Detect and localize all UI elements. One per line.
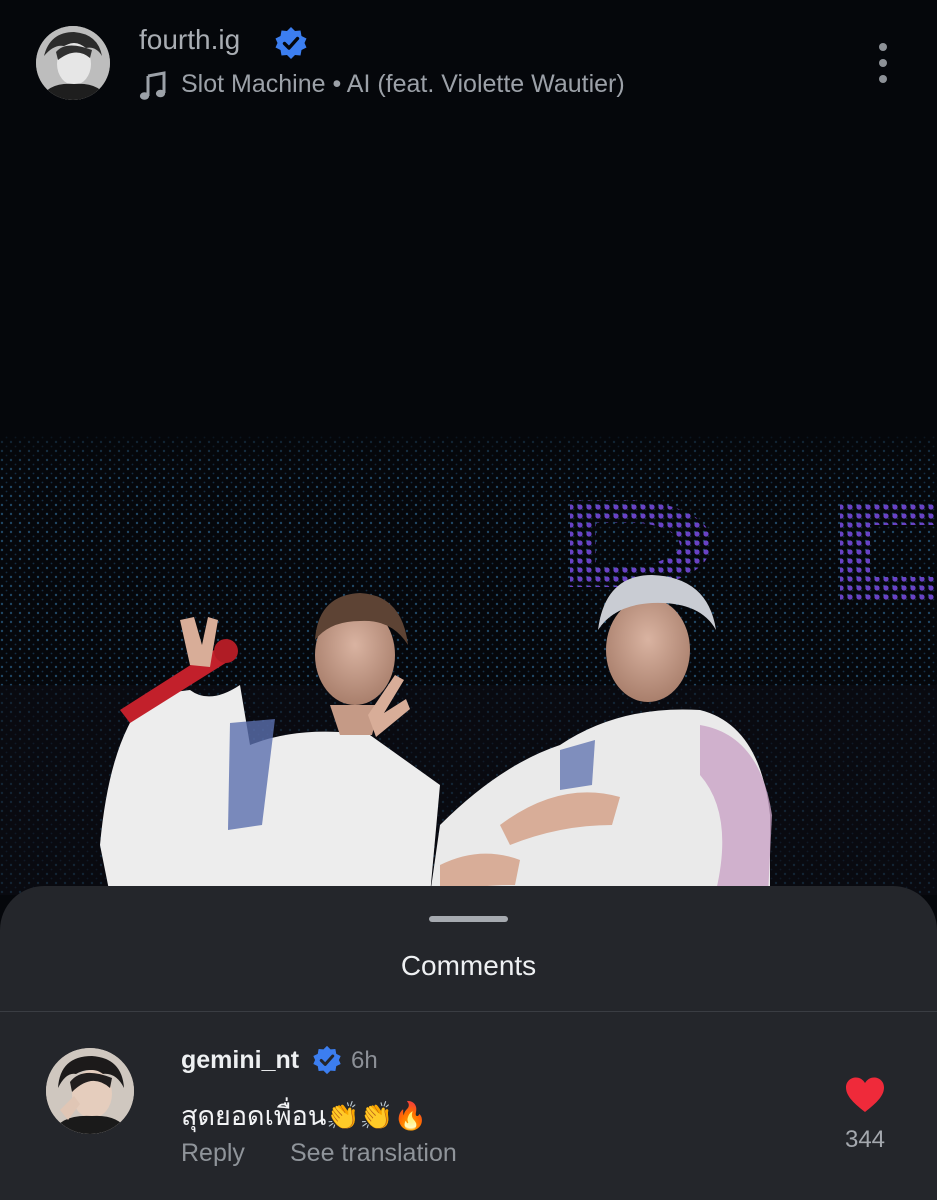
commenter-avatar[interactable] [46,1048,134,1134]
verified-badge-icon [313,1045,341,1075]
author-avatar[interactable] [36,26,110,100]
song-label[interactable]: Slot Machine • AI (feat. Violette Wautie… [181,70,625,99]
divider [0,1011,937,1012]
heart-icon[interactable] [844,1076,886,1114]
comment-text: สุดยอดเพื่อน👏👏🔥 [181,1101,428,1131]
author-username[interactable]: fourth.ig [139,24,240,56]
music-note-icon [139,71,166,100]
post-header: fourth.ig Slot Machine • AI (feat. Viole… [0,0,937,125]
reply-button[interactable]: Reply [181,1139,245,1168]
verified-badge-icon [275,27,307,59]
sheet-title: Comments [400,950,537,981]
comments-sheet [0,886,937,1200]
post-viewer: fourth.ig Slot Machine • AI (feat. Viole… [0,0,937,1200]
commenter-username[interactable]: gemini_nt [181,1046,299,1075]
comment-timestamp: 6h [351,1047,378,1074]
more-vertical-icon [879,43,887,51]
more-options-button[interactable] [866,40,900,86]
like-count: 344 [844,1126,886,1153]
see-translation-button[interactable]: See translation [290,1139,457,1168]
post-photo[interactable] [0,125,937,895]
sheet-drag-handle[interactable] [429,916,508,922]
